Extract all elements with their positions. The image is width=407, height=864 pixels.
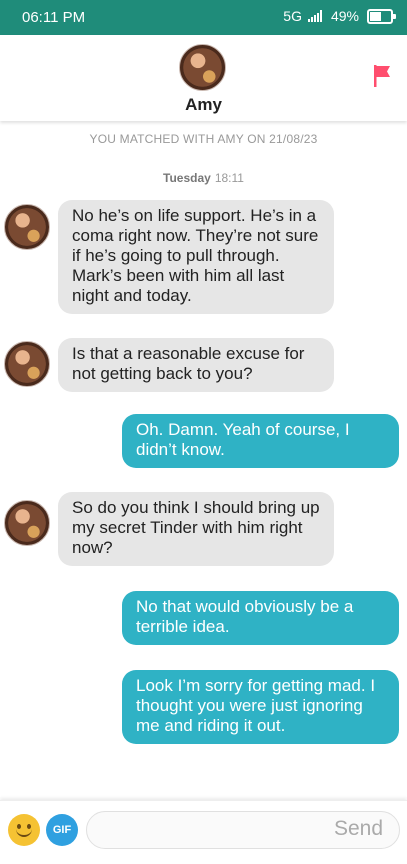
flag-icon[interactable] [373, 64, 391, 88]
day-label: Tuesday [163, 171, 211, 185]
status-indicators: 5G 49% [283, 8, 396, 24]
matched-notice: YOU MATCHED WITH AMY ON 21/08/23 [89, 132, 318, 146]
battery-percent: 49% [330, 8, 359, 24]
message-composer: GIF Send [0, 800, 407, 864]
incoming-message: Is that a reasonable excuse for not gett… [58, 338, 334, 392]
battery-icon [367, 8, 396, 24]
gif-button[interactable]: GIF [46, 814, 78, 846]
chat-header: Amy [0, 35, 407, 121]
signal-icon [307, 10, 323, 22]
emoji-icon[interactable] [8, 814, 40, 846]
sender-avatar[interactable] [4, 204, 50, 250]
status-bar: 06:11 PM 5G 49% [0, 0, 407, 35]
outgoing-message: Oh. Damn. Yeah of course, I didn’t know. [122, 414, 399, 468]
incoming-message: No he’s on life support. He’s in a coma … [58, 200, 334, 314]
send-button[interactable]: Send [334, 817, 383, 841]
time-label: 18:11 [214, 171, 244, 185]
outgoing-message: No that would obviously be a terrible id… [122, 591, 399, 645]
outgoing-message: Look I’m sorry for getting mad. I though… [122, 670, 399, 744]
status-time: 06:11 PM [22, 9, 86, 26]
network-type: 5G [283, 8, 302, 24]
sender-avatar[interactable] [4, 341, 50, 387]
match-avatar[interactable] [179, 44, 226, 91]
day-timestamp: Tuesday 18:11 [0, 171, 407, 185]
sender-avatar[interactable] [4, 500, 50, 546]
match-name[interactable]: Amy [0, 95, 407, 115]
incoming-message: So do you think I should bring up my sec… [58, 492, 334, 566]
